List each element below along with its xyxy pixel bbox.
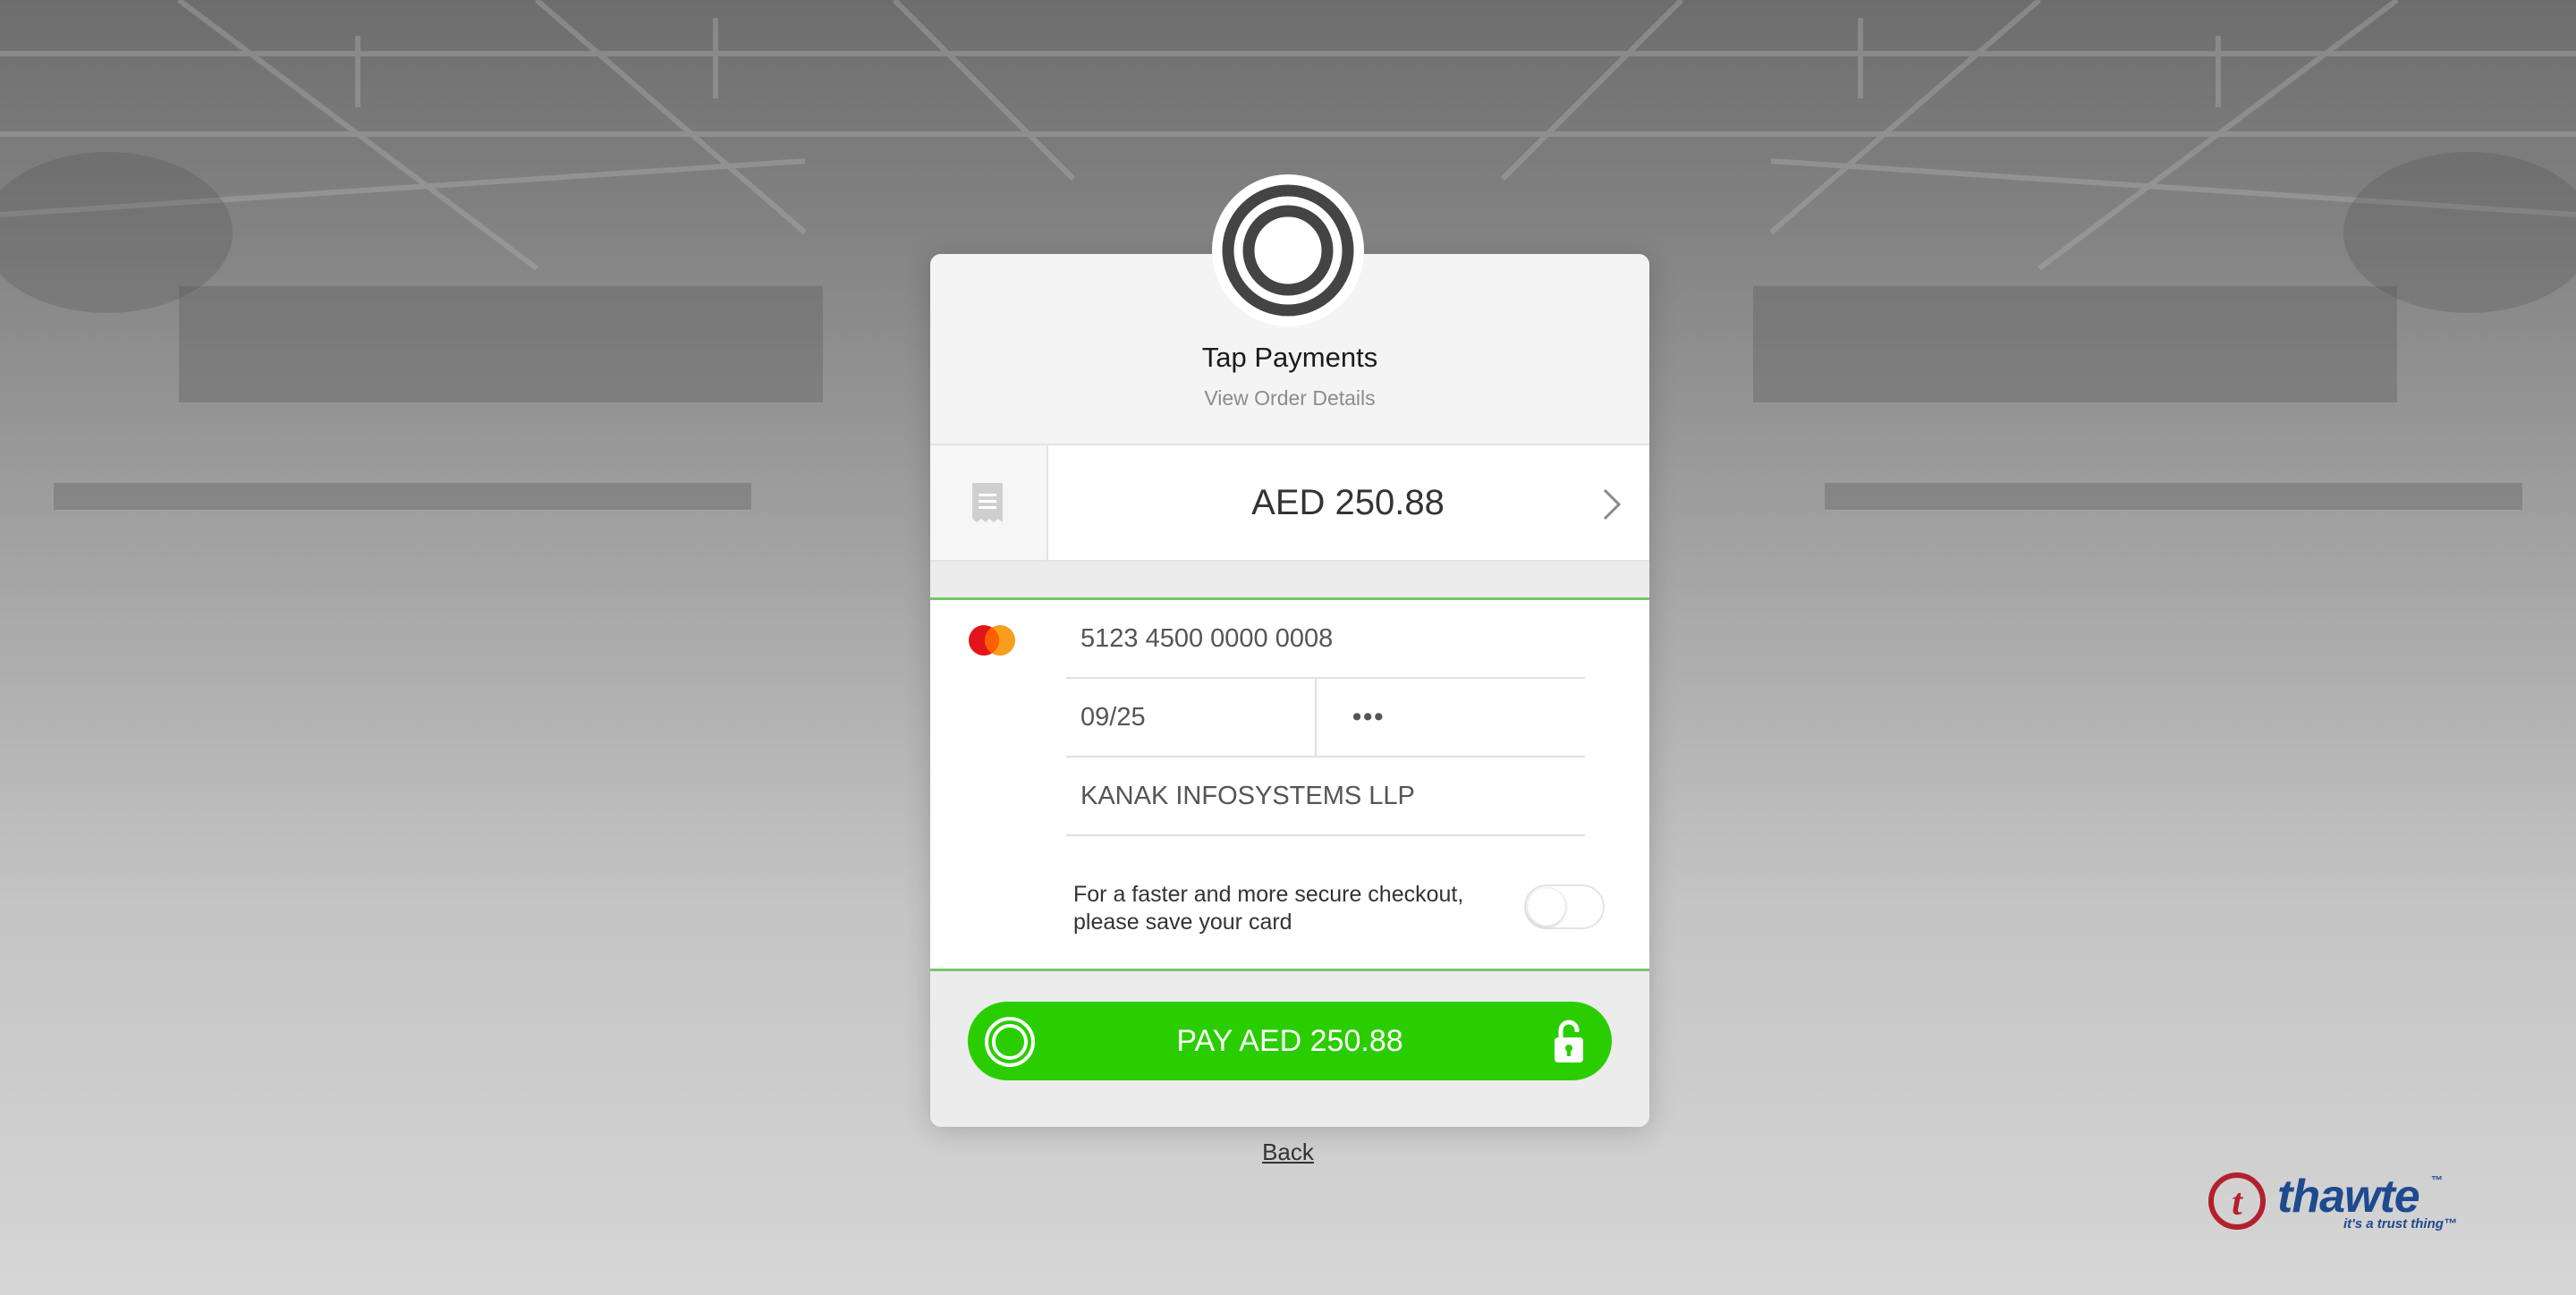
thawte-tagline: it's a trust thing™: [2343, 1216, 2457, 1232]
pay-button[interactable]: PAY AED 250.88: [968, 1002, 1612, 1080]
lock-icon: [1555, 1020, 1583, 1062]
view-order-details-link[interactable]: View Order Details: [930, 386, 1649, 411]
tap-logo-icon: [1222, 184, 1354, 317]
pay-section: PAY AED 250.88: [930, 971, 1649, 1127]
svg-text:t: t: [2232, 1182, 2243, 1223]
chevron-right-icon[interactable]: [1601, 487, 1623, 522]
merchant-logo: [1212, 174, 1364, 326]
card-form: 5123 4500 0000 0008 09/25 ••• KANAK INFO…: [930, 597, 1649, 971]
cardholder-name-field[interactable]: KANAK INFOSYSTEMS LLP: [1066, 758, 1585, 836]
order-amount: AED 250.88: [1251, 483, 1445, 522]
receipt-icon: [972, 483, 1003, 522]
thawte-wordmark: thawte: [2277, 1171, 2420, 1223]
thawte-trademark: ™: [2431, 1173, 2443, 1187]
save-card-toggle[interactable]: [1524, 884, 1605, 929]
expiry-field[interactable]: 09/25: [1066, 679, 1317, 758]
save-card-text: For a faster and more secure checkout, p…: [1073, 882, 1464, 935]
mastercard-icon: [969, 625, 1015, 656]
section-gap: [930, 562, 1649, 597]
thawte-logo-icon: t: [2208, 1172, 2266, 1230]
merchant-name: Tap Payments: [1201, 342, 1378, 373]
payment-card: Tap Payments View Order Details AED 250.…: [930, 254, 1649, 1127]
back-link[interactable]: Back: [1234, 1138, 1342, 1166]
toggle-knob: [1528, 888, 1565, 926]
cvv-field[interactable]: •••: [1317, 679, 1585, 758]
receipt-icon-cell: [930, 445, 1048, 560]
pay-button-label: PAY AED 250.88: [1176, 1024, 1403, 1058]
order-amount-row[interactable]: AED 250.88: [930, 444, 1649, 562]
card-number-field[interactable]: 5123 4500 0000 0008: [1066, 600, 1585, 679]
thawte-trust-badge: t thawte ™ it's a trust thing™: [2207, 1170, 2467, 1234]
